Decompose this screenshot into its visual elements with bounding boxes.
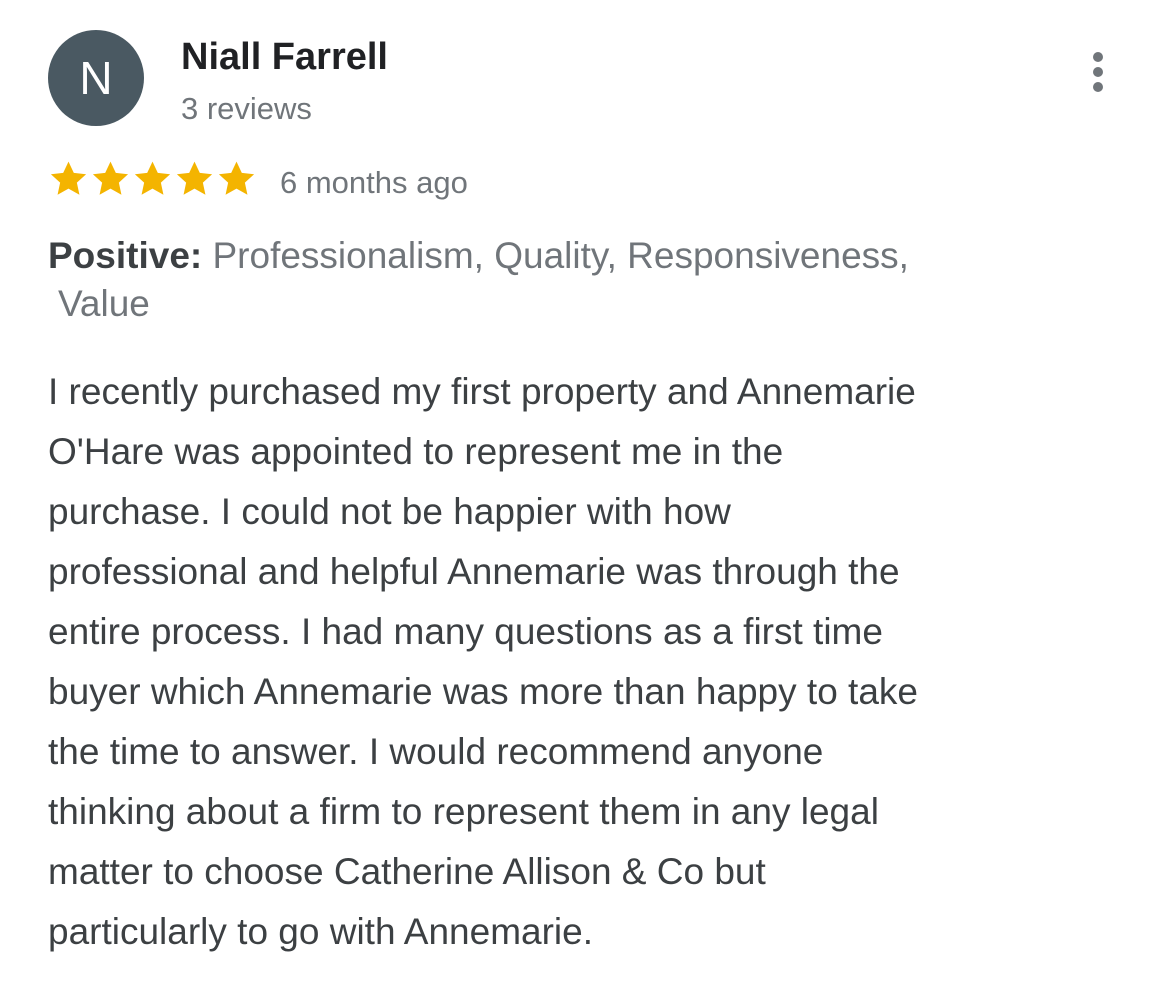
review-text-line: entire process. I had many questions as … (48, 611, 883, 652)
review-text-line: purchase. I could not be happier with ho… (48, 491, 731, 532)
more-vert-icon-dot (1093, 82, 1103, 92)
review-text-line: matter to choose Catherine Allison & Co … (48, 851, 766, 892)
star-icon (174, 158, 215, 200)
more-vert-icon-dot (1093, 67, 1103, 77)
avatar[interactable]: N (48, 30, 144, 126)
more-options-button[interactable] (1080, 48, 1116, 96)
review-text-line: the time to answer. I would recommend an… (48, 731, 824, 772)
highlights-values-line1: Professionalism, Quality, Responsiveness… (212, 235, 909, 276)
star-rating (48, 158, 257, 202)
highlights-values-line2: Value (58, 283, 150, 324)
star-icon (48, 158, 89, 200)
review-text-line: professional and helpful Annemarie was t… (48, 551, 900, 592)
review-card: N Niall Farrell 3 reviews 6 months ago P… (0, 0, 1170, 986)
review-text-line: I recently purchased my first property a… (48, 371, 916, 412)
star-icon (132, 158, 173, 200)
reviewer-name[interactable]: Niall Farrell (181, 36, 388, 79)
more-vert-icon-dot (1093, 52, 1103, 62)
star-icon (216, 158, 257, 200)
review-highlights: Positive: Professionalism, Quality, Resp… (48, 232, 1048, 328)
review-text-line: particularly to go with Annemarie. (48, 911, 593, 952)
review-count[interactable]: 3 reviews (181, 91, 312, 127)
highlights-label: Positive: (48, 235, 203, 276)
review-text-line: buyer which Annemarie was more than happ… (48, 671, 918, 712)
review-text: I recently purchased my first property a… (48, 362, 1058, 962)
star-icon (90, 158, 131, 200)
review-text-line: thinking about a firm to represent them … (48, 791, 879, 832)
review-text-line: O'Hare was appointed to represent me in … (48, 431, 784, 472)
review-time: 6 months ago (280, 165, 468, 200)
avatar-letter: N (79, 52, 113, 104)
